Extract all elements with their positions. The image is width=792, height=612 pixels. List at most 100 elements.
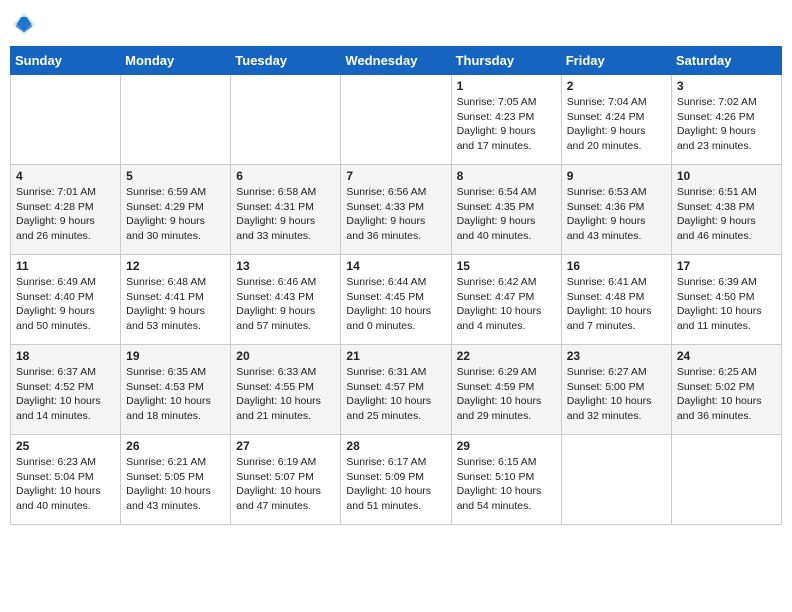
calendar-cell: 14 Sunrise: 6:44 AM Sunset: 4:45 PM Dayli… [341, 255, 451, 345]
cell-daylight-info: Sunrise: 6:35 AM Sunset: 4:53 PM Dayligh… [126, 365, 225, 424]
col-header-thursday: Thursday [451, 47, 561, 75]
day-number: 4 [16, 169, 115, 183]
calendar-cell [231, 75, 341, 165]
calendar-table: SundayMondayTuesdayWednesdayThursdayFrid… [10, 46, 782, 525]
calendar-cell: 15 Sunrise: 6:42 AM Sunset: 4:47 PM Dayli… [451, 255, 561, 345]
day-number: 2 [567, 79, 666, 93]
calendar-cell [121, 75, 231, 165]
calendar-cell: 2 Sunrise: 7:04 AM Sunset: 4:24 PM Daylig… [561, 75, 671, 165]
col-header-wednesday: Wednesday [341, 47, 451, 75]
cell-daylight-info: Sunrise: 6:33 AM Sunset: 4:55 PM Dayligh… [236, 365, 335, 424]
week-row-0: 1 Sunrise: 7:05 AM Sunset: 4:23 PM Daylig… [11, 75, 782, 165]
cell-daylight-info: Sunrise: 7:04 AM Sunset: 4:24 PM Dayligh… [567, 95, 666, 154]
day-number: 10 [677, 169, 776, 183]
week-row-1: 4 Sunrise: 7:01 AM Sunset: 4:28 PM Daylig… [11, 165, 782, 255]
cell-daylight-info: Sunrise: 6:27 AM Sunset: 5:00 PM Dayligh… [567, 365, 666, 424]
col-header-monday: Monday [121, 47, 231, 75]
calendar-cell: 7Sunrise: 6:56 AM Sunset: 4:33 PM Daylig… [341, 165, 451, 255]
cell-daylight-info: Sunrise: 6:48 AM Sunset: 4:41 PM Dayligh… [126, 275, 225, 334]
cell-daylight-info: Sunrise: 6:21 AM Sunset: 5:05 PM Dayligh… [126, 455, 225, 514]
calendar-cell [11, 75, 121, 165]
week-row-2: 11 Sunrise: 6:49 AM Sunset: 4:40 PM Dayli… [11, 255, 782, 345]
cell-daylight-info: Sunrise: 6:54 AM Sunset: 4:35 PM Dayligh… [457, 185, 556, 244]
cell-daylight-info: Sunrise: 6:25 AM Sunset: 5:02 PM Dayligh… [677, 365, 776, 424]
cell-daylight-info: Sunrise: 6:37 AM Sunset: 4:52 PM Dayligh… [16, 365, 115, 424]
cell-daylight-info: Sunrise: 6:53 AM Sunset: 4:36 PM Dayligh… [567, 185, 666, 244]
calendar-cell: 26 Sunrise: 6:21 AM Sunset: 5:05 PM Dayli… [121, 435, 231, 525]
calendar-cell: 18 Sunrise: 6:37 AM Sunset: 4:52 PM Dayli… [11, 345, 121, 435]
day-number: 9 [567, 169, 666, 183]
cell-daylight-info: Sunrise: 7:01 AM Sunset: 4:28 PM Dayligh… [16, 185, 115, 244]
day-number: 6 [236, 169, 335, 183]
day-number: 13 [236, 259, 335, 273]
day-number: 27 [236, 439, 335, 453]
day-number: 29 [457, 439, 556, 453]
calendar-cell: 1 Sunrise: 7:05 AM Sunset: 4:23 PM Daylig… [451, 75, 561, 165]
header-row: SundayMondayTuesdayWednesdayThursdayFrid… [11, 47, 782, 75]
cell-daylight-info: Sunrise: 6:39 AM Sunset: 4:50 PM Dayligh… [677, 275, 776, 334]
cell-daylight-info: Sunrise: 6:49 AM Sunset: 4:40 PM Dayligh… [16, 275, 115, 334]
day-number: 24 [677, 349, 776, 363]
cell-daylight-info: Sunrise: 6:19 AM Sunset: 5:07 PM Dayligh… [236, 455, 335, 514]
day-number: 17 [677, 259, 776, 273]
day-number: 26 [126, 439, 225, 453]
calendar-cell: 20 Sunrise: 6:33 AM Sunset: 4:55 PM Dayli… [231, 345, 341, 435]
day-number: 8 [457, 169, 556, 183]
calendar-cell: 4 Sunrise: 7:01 AM Sunset: 4:28 PM Daylig… [11, 165, 121, 255]
calendar-cell: 22 Sunrise: 6:29 AM Sunset: 4:59 PM Dayli… [451, 345, 561, 435]
day-number: 19 [126, 349, 225, 363]
col-header-tuesday: Tuesday [231, 47, 341, 75]
calendar-cell: 11 Sunrise: 6:49 AM Sunset: 4:40 PM Dayli… [11, 255, 121, 345]
cell-daylight-info: Sunrise: 6:42 AM Sunset: 4:47 PM Dayligh… [457, 275, 556, 334]
logo-icon [10, 10, 38, 38]
day-number: 18 [16, 349, 115, 363]
day-number: 12 [126, 259, 225, 273]
calendar-cell: 16Sunrise: 6:41 AM Sunset: 4:48 PM Dayli… [561, 255, 671, 345]
day-number: 16 [567, 259, 666, 273]
calendar-cell: 17 Sunrise: 6:39 AM Sunset: 4:50 PM Dayli… [671, 255, 781, 345]
calendar-cell: 9 Sunrise: 6:53 AM Sunset: 4:36 PM Daylig… [561, 165, 671, 255]
cell-daylight-info: Sunrise: 6:59 AM Sunset: 4:29 PM Dayligh… [126, 185, 225, 244]
day-number: 20 [236, 349, 335, 363]
day-number: 21 [346, 349, 445, 363]
calendar-cell: 6 Sunrise: 6:58 AM Sunset: 4:31 PM Daylig… [231, 165, 341, 255]
cell-daylight-info: Sunrise: 7:05 AM Sunset: 4:23 PM Dayligh… [457, 95, 556, 154]
calendar-cell: 3 Sunrise: 7:02 AM Sunset: 4:26 PM Daylig… [671, 75, 781, 165]
cell-daylight-info: Sunrise: 6:46 AM Sunset: 4:43 PM Dayligh… [236, 275, 335, 334]
day-number: 14 [346, 259, 445, 273]
day-number: 28 [346, 439, 445, 453]
week-row-3: 18 Sunrise: 6:37 AM Sunset: 4:52 PM Dayli… [11, 345, 782, 435]
day-number: 5 [126, 169, 225, 183]
cell-daylight-info: Sunrise: 7:02 AM Sunset: 4:26 PM Dayligh… [677, 95, 776, 154]
day-number: 15 [457, 259, 556, 273]
col-header-friday: Friday [561, 47, 671, 75]
col-header-sunday: Sunday [11, 47, 121, 75]
day-number: 1 [457, 79, 556, 93]
calendar-cell: 21 Sunrise: 6:31 AM Sunset: 4:57 PM Dayli… [341, 345, 451, 435]
calendar-cell: 28Sunrise: 6:17 AM Sunset: 5:09 PM Dayli… [341, 435, 451, 525]
calendar-cell: 12 Sunrise: 6:48 AM Sunset: 4:41 PM Dayli… [121, 255, 231, 345]
calendar-cell: 19 Sunrise: 6:35 AM Sunset: 4:53 PM Dayli… [121, 345, 231, 435]
cell-daylight-info: Sunrise: 6:58 AM Sunset: 4:31 PM Dayligh… [236, 185, 335, 244]
calendar-cell [341, 75, 451, 165]
day-number: 22 [457, 349, 556, 363]
day-number: 23 [567, 349, 666, 363]
calendar-cell: 5 Sunrise: 6:59 AM Sunset: 4:29 PM Daylig… [121, 165, 231, 255]
calendar-cell [671, 435, 781, 525]
calendar-cell: 27 Sunrise: 6:19 AM Sunset: 5:07 PM Dayli… [231, 435, 341, 525]
calendar-cell: 8 Sunrise: 6:54 AM Sunset: 4:35 PM Daylig… [451, 165, 561, 255]
calendar-cell: 13 Sunrise: 6:46 AM Sunset: 4:43 PM Dayli… [231, 255, 341, 345]
cell-daylight-info: Sunrise: 6:56 AM Sunset: 4:33 PM Dayligh… [346, 185, 445, 244]
calendar-cell: 23 Sunrise: 6:27 AM Sunset: 5:00 PM Dayli… [561, 345, 671, 435]
cell-daylight-info: Sunrise: 6:44 AM Sunset: 4:45 PM Dayligh… [346, 275, 445, 334]
cell-daylight-info: Sunrise: 6:31 AM Sunset: 4:57 PM Dayligh… [346, 365, 445, 424]
day-number: 3 [677, 79, 776, 93]
logo [10, 10, 42, 38]
calendar-cell: 10Sunrise: 6:51 AM Sunset: 4:38 PM Dayli… [671, 165, 781, 255]
col-header-saturday: Saturday [671, 47, 781, 75]
cell-daylight-info: Sunrise: 6:23 AM Sunset: 5:04 PM Dayligh… [16, 455, 115, 514]
calendar-cell [561, 435, 671, 525]
cell-daylight-info: Sunrise: 6:15 AM Sunset: 5:10 PM Dayligh… [457, 455, 556, 514]
day-number: 11 [16, 259, 115, 273]
cell-daylight-info: Sunrise: 6:29 AM Sunset: 4:59 PM Dayligh… [457, 365, 556, 424]
